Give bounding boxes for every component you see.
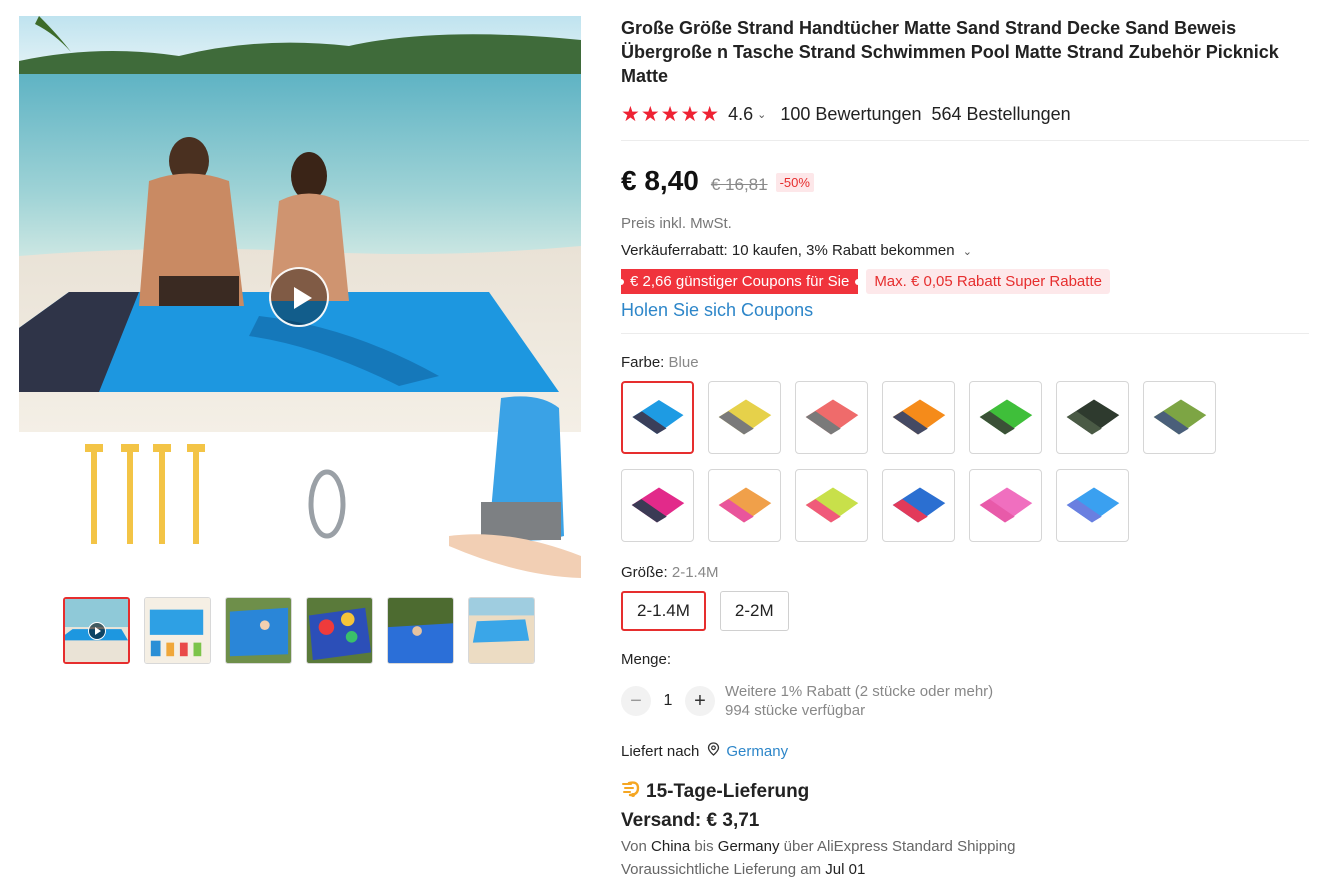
color-swatch-11[interactable] bbox=[882, 469, 955, 542]
tax-note: Preis inkl. MwSt. bbox=[621, 215, 732, 232]
mat-swatch-image bbox=[892, 399, 946, 435]
divider bbox=[621, 140, 1309, 141]
thumbnail-6[interactable] bbox=[468, 597, 535, 664]
color-swatch-2[interactable] bbox=[708, 381, 781, 454]
discount-badge: -50% bbox=[775, 173, 814, 192]
color-label-text: Farbe: bbox=[621, 354, 665, 371]
coupon-badge[interactable]: € 2,66 günstiger Coupons für Sie bbox=[621, 269, 859, 294]
thumbnail-strip bbox=[63, 597, 535, 664]
color-swatch-13[interactable] bbox=[1056, 469, 1129, 542]
shipping-price: Versand: € 3,71 bbox=[621, 810, 760, 831]
size-label-text: Größe: bbox=[621, 564, 668, 581]
thumbnail-3[interactable] bbox=[225, 597, 292, 664]
increase-quantity-button[interactable]: + bbox=[685, 686, 715, 716]
mat-swatch-image bbox=[632, 400, 684, 435]
mat-swatch-image bbox=[805, 399, 859, 435]
divider bbox=[621, 333, 1309, 334]
mat-swatch-image bbox=[718, 487, 772, 523]
thumbnail-5[interactable] bbox=[387, 597, 454, 664]
thumbnail-image bbox=[469, 598, 534, 663]
price-row: € 8,40 € 16,81 -50% bbox=[621, 165, 1311, 197]
eta-prefix: Voraussichtliche Lieferung am bbox=[621, 861, 822, 878]
color-swatch-10[interactable] bbox=[795, 469, 868, 542]
color-swatch-7[interactable] bbox=[1143, 381, 1216, 454]
chevron-down-icon[interactable]: ⌄ bbox=[757, 108, 766, 121]
mat-swatch-image bbox=[979, 399, 1033, 435]
location-pin-icon bbox=[707, 742, 720, 760]
size-label: Größe: 2-1.4M bbox=[621, 564, 1311, 581]
color-swatch-6[interactable] bbox=[1056, 381, 1129, 454]
eta-date: Jul 01 bbox=[825, 861, 866, 878]
mat-swatch-image bbox=[1066, 399, 1120, 435]
shipping-method: über AliExpress Standard Shipping bbox=[783, 838, 1016, 855]
color-swatch-3[interactable] bbox=[795, 381, 868, 454]
thumbnail-1[interactable] bbox=[63, 597, 130, 664]
bulk-discount-note: Weitere 1% Rabatt (2 stücke oder mehr) bbox=[725, 683, 994, 700]
rating-score[interactable]: 4.6 bbox=[728, 104, 753, 125]
mat-swatch-image bbox=[805, 487, 859, 523]
main-product-image[interactable] bbox=[19, 16, 581, 581]
thumbnail-image bbox=[307, 598, 372, 663]
stock-note: 994 stücke verfügbar bbox=[725, 702, 866, 719]
thumbnail-2[interactable] bbox=[144, 597, 211, 664]
color-swatch-8[interactable] bbox=[621, 469, 694, 542]
size-option-2-1.4m[interactable]: 2-1.4M bbox=[621, 591, 706, 631]
current-price: € 8,40 bbox=[621, 165, 699, 196]
fast-delivery-icon bbox=[621, 780, 641, 804]
route-to: Germany bbox=[717, 838, 780, 855]
mat-swatch-image bbox=[631, 487, 685, 523]
get-coupons-link[interactable]: Holen Sie sich Coupons bbox=[621, 300, 1311, 321]
ship-to-label: Liefert nach bbox=[621, 742, 700, 760]
reviews-count[interactable]: 100 Bewertungen bbox=[780, 104, 921, 125]
play-video-button[interactable] bbox=[269, 267, 329, 327]
delivery-title: 15-Tage-Lieferung bbox=[646, 781, 810, 802]
color-label: Farbe: Blue bbox=[621, 354, 1311, 371]
delivery-title-row: 15-Tage-Lieferung bbox=[621, 780, 1311, 804]
quantity-notes: Weitere 1% Rabatt (2 stücke oder mehr) 9… bbox=[725, 682, 993, 720]
route-to-prefix: bis bbox=[694, 838, 714, 855]
decrease-quantity-button[interactable]: − bbox=[621, 686, 651, 716]
super-discount-badge[interactable]: Max. € 0,05 Rabatt Super Rabatte bbox=[866, 269, 1110, 294]
product-title: Große Größe Strand Handtücher Matte Sand… bbox=[621, 18, 1279, 86]
seller-discount-text: Verkäuferrabatt: 10 kaufen, 3% Rabatt be… bbox=[621, 242, 955, 259]
ship-to-row: Liefert nach Germany bbox=[621, 742, 1311, 760]
country-selector[interactable]: Germany bbox=[726, 743, 788, 760]
color-swatch-12[interactable] bbox=[969, 469, 1042, 542]
seller-discount[interactable]: Verkäuferrabatt: 10 kaufen, 3% Rabatt be… bbox=[621, 242, 1311, 259]
selected-color: Blue bbox=[668, 354, 699, 371]
color-swatch-4[interactable] bbox=[882, 381, 955, 454]
mat-swatch-image bbox=[979, 487, 1033, 523]
thumbnail-4[interactable] bbox=[306, 597, 373, 664]
color-swatch-9[interactable] bbox=[708, 469, 781, 542]
play-icon bbox=[88, 622, 106, 640]
star-rating-icon: ★★★★★ bbox=[621, 102, 721, 126]
mat-swatch-image bbox=[892, 487, 946, 523]
thumbnail-image bbox=[145, 598, 210, 663]
mat-swatch-image bbox=[718, 399, 772, 435]
chevron-down-icon: ⌄ bbox=[962, 246, 972, 258]
thumbnail-image bbox=[388, 598, 453, 663]
shipping-route: Von China bis Germany über AliExpress St… bbox=[621, 838, 1311, 855]
quantity-stepper: − 1 + Weitere 1% Rabatt (2 stücke oder m… bbox=[621, 682, 1311, 720]
color-swatch-5[interactable] bbox=[969, 381, 1042, 454]
quantity-label: Menge: bbox=[621, 651, 672, 668]
original-price: € 16,81 bbox=[710, 175, 768, 194]
route-from-prefix: Von bbox=[621, 838, 647, 855]
selected-size: 2-1.4M bbox=[671, 564, 719, 581]
product-info-panel: Große Größe Strand Handtücher Matte Sand… bbox=[621, 16, 1311, 878]
thumbnail-image bbox=[226, 598, 291, 663]
mat-swatch-image bbox=[1153, 399, 1207, 435]
color-swatch-grid bbox=[621, 381, 1311, 542]
size-options: 2-1.4M 2-2M bbox=[621, 591, 1311, 631]
delivery-eta: Voraussichtliche Lieferung am Jul 01 bbox=[621, 861, 1311, 878]
mat-swatch-image bbox=[1066, 487, 1120, 523]
route-from: China bbox=[651, 838, 691, 855]
size-option-2-2m[interactable]: 2-2M bbox=[719, 591, 789, 631]
coupon-row: € 2,66 günstiger Coupons für Sie Max. € … bbox=[621, 269, 1311, 294]
orders-count: 564 Bestellungen bbox=[931, 103, 1071, 124]
rating-row: ★★★★★ 4.6 ⌄ 100 Bewertungen 564 Bestellu… bbox=[621, 102, 1311, 126]
quantity-value[interactable]: 1 bbox=[651, 692, 685, 710]
color-swatch-1[interactable] bbox=[621, 381, 694, 454]
